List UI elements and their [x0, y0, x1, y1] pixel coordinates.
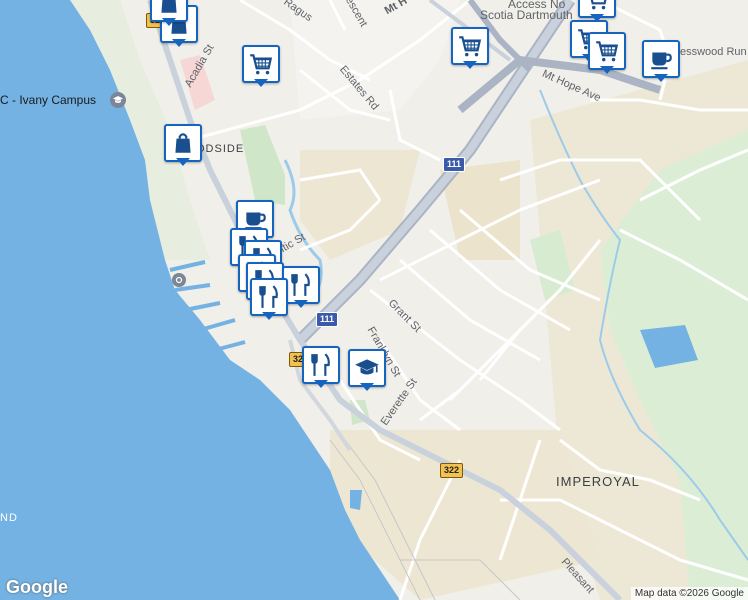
shopping-cart-icon: [250, 54, 273, 75]
shopping-cart-icon: [590, 0, 607, 10]
fork-knife-icon: [291, 273, 310, 296]
google-logo: Google: [6, 577, 68, 597]
area-label-imperoyal: IMPEROYAL: [556, 474, 640, 489]
fork-knife-icon: [259, 285, 278, 308]
road-label-pinewood-run: esswood Run: [680, 46, 747, 58]
shopping-cart-icon: [459, 36, 482, 57]
graduation-cap-icon: [355, 359, 379, 375]
area-label-nd: ND: [0, 512, 18, 524]
education-icon[interactable]: [110, 92, 126, 108]
highway-111-shield: 111: [316, 312, 339, 327]
area-label-woodside: ODSIDE: [196, 143, 245, 155]
shopping-bag-icon: [161, 0, 177, 13]
map-view[interactable]: Mt H Ragus escent Acadia St Estates Rd M…: [0, 0, 748, 600]
shopping-bag-icon: [175, 133, 191, 153]
school-marker[interactable]: [348, 349, 386, 395]
map-attribution[interactable]: Map data ©2026 Google: [630, 587, 748, 600]
route-322-shield: 322: [440, 463, 464, 478]
poi-label-scotia-dartmouth[interactable]: Scotia Dartmouth: [480, 8, 573, 22]
shopping-marker[interactable]: [164, 124, 202, 170]
highway-111-shield: 111: [443, 157, 466, 172]
restaurant-marker[interactable]: [250, 278, 288, 324]
grocery-marker[interactable]: [242, 45, 280, 91]
grocery-marker[interactable]: [578, 0, 616, 26]
fork-knife-icon: [311, 353, 330, 376]
poi-label-ivany-campus[interactable]: C - Ivany Campus: [0, 93, 96, 107]
shopping-cart-icon: [596, 41, 619, 62]
map-base-layer: [0, 0, 748, 600]
coffee-cup-icon: [651, 52, 672, 70]
cafe-marker[interactable]: [642, 40, 680, 86]
grocery-marker[interactable]: [451, 27, 489, 73]
restaurant-marker[interactable]: [302, 346, 340, 392]
grocery-marker[interactable]: [588, 32, 626, 78]
shopping-marker[interactable]: [150, 0, 188, 30]
ferry-terminal-icon[interactable]: [172, 273, 186, 287]
